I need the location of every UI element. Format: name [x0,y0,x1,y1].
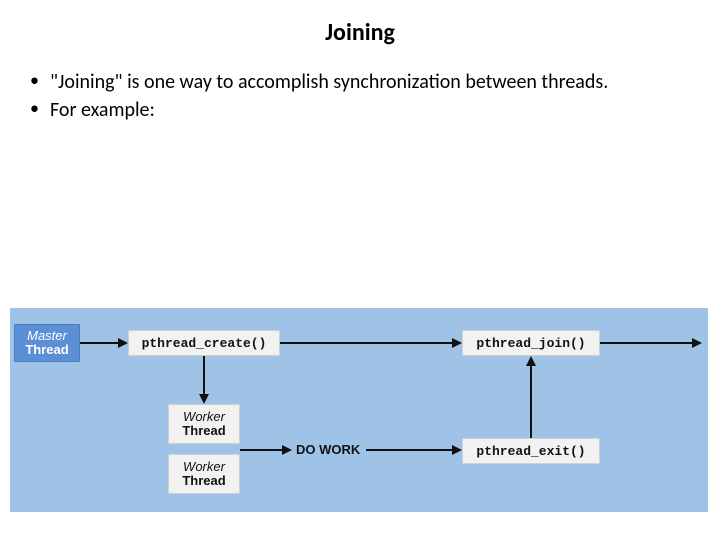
arrow-head-right-icon [282,445,292,455]
master-thread-box: Master Thread [14,324,80,362]
arrow-line [203,356,205,394]
arrow-head-up-icon [526,356,536,366]
arrow-head-right-icon [452,338,462,348]
arrow-line [530,366,532,438]
pthread-exit-box: pthread_exit() [462,438,600,464]
arrow-line [240,449,282,451]
worker-thread-label-2: Thread [182,474,225,488]
arrow-head-right-icon [692,338,702,348]
worker-thread-box: Worker Thread [168,404,240,444]
arrow-line [80,342,118,344]
pthread-join-box: pthread_join() [462,330,600,356]
master-thread-label-2: Thread [25,343,68,357]
bullet-item: "Joining" is one way to accomplish synch… [22,69,700,95]
arrow-line [366,449,452,451]
bullet-item: For example: [22,97,700,123]
bullet-list: "Joining" is one way to accomplish synch… [22,69,700,123]
page-title: Joining [0,18,720,47]
worker-thread-box: Worker Thread [168,454,240,494]
pthread-create-box: pthread_create() [128,330,280,356]
arrow-line [600,342,692,344]
worker-thread-label-1: Worker [183,460,225,474]
arrow-head-right-icon [118,338,128,348]
do-work-label: DO WORK [296,442,360,457]
arrow-head-down-icon [199,394,209,404]
arrow-head-right-icon [452,445,462,455]
arrow-line [280,342,452,344]
worker-thread-label-2: Thread [182,424,225,438]
thread-join-diagram: Master Thread pthread_create() pthread_j… [10,308,708,512]
worker-thread-label-1: Worker [183,410,225,424]
master-thread-label-1: Master [27,329,67,343]
